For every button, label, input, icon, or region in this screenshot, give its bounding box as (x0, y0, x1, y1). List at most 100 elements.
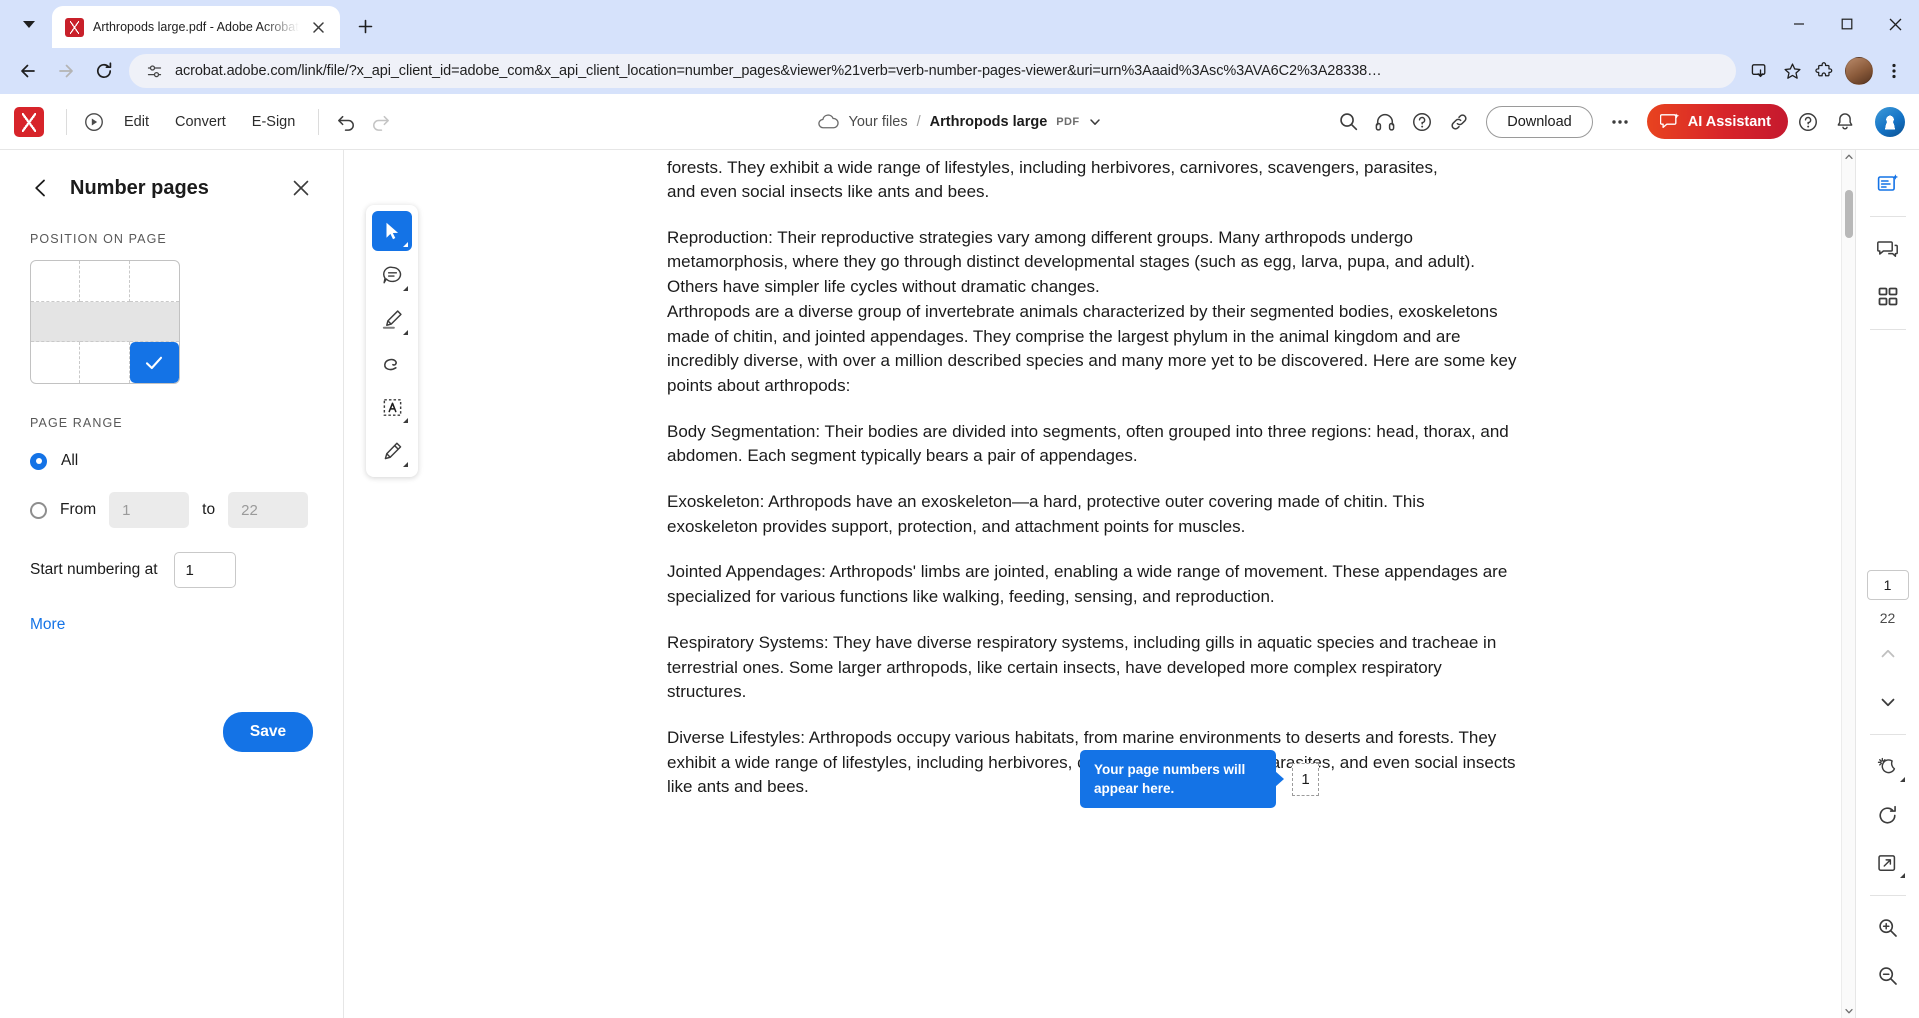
back-chevron-glyph (35, 179, 45, 197)
redo-button[interactable] (363, 105, 397, 139)
user-avatar[interactable] (1875, 106, 1905, 137)
address-bar[interactable]: acrobat.adobe.com/link/file/?x_api_clien… (129, 54, 1736, 88)
page-number-placeholder[interactable]: 1 (1292, 762, 1319, 796)
display-theme-icon[interactable] (1868, 747, 1908, 787)
position-cell-middle-left[interactable] (31, 301, 81, 343)
star-icon (1783, 62, 1801, 79)
scroll-down-arrow[interactable] (1842, 1004, 1855, 1018)
radio-all[interactable] (30, 452, 47, 470)
back-button[interactable] (10, 53, 46, 89)
window-minimize-button[interactable] (1775, 0, 1823, 48)
back-chevron-icon[interactable] (30, 177, 52, 199)
feedback-button[interactable] (1405, 105, 1439, 139)
rotate-icon[interactable] (1868, 795, 1908, 835)
forward-arrow-icon (59, 64, 73, 78)
tune-settings-icon[interactable] (143, 60, 165, 82)
document-menu-button[interactable] (1088, 115, 1102, 129)
document-scrollbar[interactable] (1841, 150, 1855, 1018)
draw-tool-button[interactable] (372, 343, 412, 383)
highlight-tool-button[interactable] (372, 299, 412, 339)
install-app-button[interactable] (1745, 56, 1775, 86)
page-thumbnails-icon[interactable] (1868, 277, 1908, 317)
position-cell-bottom-right[interactable] (129, 342, 179, 383)
menu-convert[interactable]: Convert (162, 107, 239, 137)
minimize-icon (1794, 23, 1804, 25)
position-cell-top-right[interactable] (129, 261, 179, 302)
window-close-button[interactable] (1871, 0, 1919, 48)
callout-tooltip: Your page numbers will appear here. (1080, 750, 1276, 808)
undo-button[interactable] (329, 105, 363, 139)
comments-icon[interactable] (1868, 229, 1908, 269)
page-range-from-input[interactable] (109, 492, 190, 528)
new-tab-button[interactable] (349, 10, 382, 43)
cloud-icon (817, 113, 839, 128)
page-range-from-row[interactable]: From to (30, 492, 313, 528)
position-cell-bottom-center[interactable] (80, 342, 130, 383)
position-cell-middle-center[interactable] (80, 301, 130, 343)
window-maximize-button[interactable] (1823, 0, 1871, 48)
scrollbar-thumb[interactable] (1845, 190, 1853, 238)
reload-button[interactable] (86, 53, 122, 89)
panel-header: Number pages (30, 150, 313, 200)
page-range-all-row[interactable]: All (30, 452, 313, 470)
add-text-tool-button[interactable] (372, 387, 412, 427)
ai-assistant-label: AI Assistant (1687, 113, 1771, 130)
menu-edit[interactable]: Edit (111, 107, 162, 137)
help-button[interactable] (1791, 105, 1825, 139)
forward-button[interactable] (48, 53, 84, 89)
start-numbering-input[interactable] (173, 552, 236, 588)
close-glyph (293, 180, 309, 196)
menu-esign[interactable]: E-Sign (239, 107, 309, 137)
page-number-callout: Your page numbers will appear here. 1 (1080, 750, 1319, 808)
bookmark-button[interactable] (1777, 56, 1807, 86)
chevron-down-icon (1881, 698, 1894, 707)
close-icon[interactable] (308, 16, 330, 38)
breadcrumb: Your files / Arthropods large PDF (817, 113, 1103, 131)
zoom-in-icon[interactable] (1868, 908, 1908, 948)
rail-divider (1869, 216, 1906, 217)
notification-bell-icon (1837, 112, 1853, 129)
share-link-button[interactable] (1442, 105, 1476, 139)
annotation-tool-palette (366, 205, 418, 477)
browser-tab[interactable]: Arthropods large.pdf - Adobe Acrobat (52, 6, 340, 48)
radio-all-label[interactable]: All (61, 452, 78, 470)
position-on-page-grid (30, 260, 180, 384)
sign-tool-button[interactable] (372, 431, 412, 471)
more-options-button[interactable] (1603, 105, 1637, 139)
search-button[interactable] (1331, 105, 1365, 139)
position-cell-middle-right[interactable] (129, 301, 179, 343)
radio-from-label[interactable]: From (60, 501, 96, 519)
read-aloud-button[interactable] (1368, 105, 1402, 139)
download-button[interactable]: Download (1486, 105, 1593, 138)
radio-from[interactable] (30, 501, 47, 519)
ai-assistant-button[interactable]: AI Assistant (1646, 104, 1788, 139)
breadcrumb-document-name[interactable]: Arthropods large (930, 114, 1048, 130)
previous-page-button[interactable] (1868, 634, 1908, 674)
edit-pdf-icon[interactable] (1868, 164, 1908, 204)
position-cell-top-left[interactable] (31, 261, 81, 302)
acrobat-home-button[interactable] (77, 105, 111, 139)
pdf-text-content: forests. They exhibit a wide range of li… (667, 150, 1519, 800)
adobe-acrobat-logo[interactable] (14, 106, 44, 137)
select-tool-button[interactable] (372, 211, 412, 251)
position-cell-top-center[interactable] (80, 261, 130, 302)
position-cell-bottom-left[interactable] (31, 342, 81, 383)
close-icon[interactable] (289, 176, 313, 200)
more-options-link[interactable]: More (30, 616, 65, 634)
back-arrow-icon (21, 64, 35, 78)
fit-page-icon[interactable] (1868, 843, 1908, 883)
tool-caret-icon (1899, 777, 1905, 782)
breadcrumb-your-files[interactable]: Your files (849, 114, 908, 130)
save-button[interactable]: Save (223, 712, 313, 752)
comment-tool-button[interactable] (372, 255, 412, 295)
browser-profile-avatar[interactable] (1845, 57, 1873, 85)
next-page-button[interactable] (1868, 682, 1908, 722)
extensions-button[interactable] (1809, 56, 1839, 86)
page-range-to-input[interactable] (228, 492, 309, 528)
zoom-out-icon[interactable] (1868, 956, 1908, 996)
tab-search-button[interactable] (10, 5, 48, 43)
scroll-up-arrow[interactable] (1842, 150, 1855, 164)
notifications-button[interactable] (1828, 105, 1862, 139)
browser-menu-button[interactable] (1879, 56, 1909, 86)
current-page-input[interactable]: 1 (1866, 570, 1909, 600)
